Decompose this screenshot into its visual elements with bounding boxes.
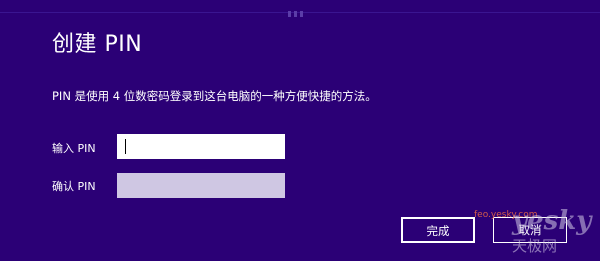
dialog-title: 创建 PIN [52, 32, 143, 57]
text-caret [125, 139, 126, 154]
done-button[interactable]: 完成 [401, 217, 475, 243]
dialog-description: PIN 是使用 4 位数密码登录到这台电脑的一种方便快捷的方法。 [52, 89, 377, 103]
top-bar [0, 0, 600, 17]
pin-label: 输入 PIN [52, 142, 96, 155]
confirm-pin-label: 确认 PIN [52, 180, 96, 193]
confirm-pin-input[interactable] [117, 173, 285, 198]
pin-input[interactable] [117, 134, 285, 159]
watermark-logo: yesky [512, 206, 592, 236]
top-bar-indicator [288, 2, 316, 17]
watermark-chinese: 天极网 [512, 237, 558, 255]
